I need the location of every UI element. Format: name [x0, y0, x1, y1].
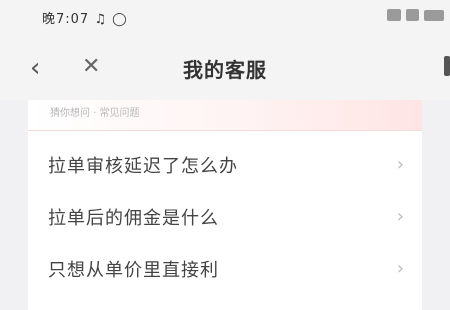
- faq-question: 拉单审核延迟了怎么办: [48, 156, 238, 177]
- navigation-bar: ‹ ✕ 我的客服: [0, 36, 450, 100]
- status-time: 晚7:07 ♫ ◯: [42, 12, 128, 27]
- more-icon[interactable]: [444, 56, 450, 76]
- faq-question: 只想从单价里直接利: [48, 260, 219, 281]
- chevron-right-icon: ›: [396, 206, 404, 227]
- chevron-right-icon: ›: [396, 258, 404, 279]
- status-icons: [387, 9, 444, 21]
- wifi-icon: [406, 9, 419, 21]
- signal-icon: [387, 9, 401, 21]
- status-bar: 晚7:07 ♫ ◯: [0, 0, 450, 36]
- faq-question: 拉单后的佣金是什么: [48, 208, 219, 229]
- page-title: 我的客服: [183, 58, 267, 82]
- faq-card: 猜你想问 · 常见问题 拉单审核延迟了怎么办 › 拉单后的佣金是什么 › 只想从…: [28, 100, 422, 310]
- battery-icon: [424, 9, 444, 21]
- faq-item[interactable]: 拉单后的佣金是什么 ›: [28, 190, 422, 242]
- faq-item[interactable]: 拉单审核延迟了怎么办 ›: [28, 138, 422, 190]
- chevron-right-icon: ›: [396, 154, 404, 175]
- faq-card-header-text: 猜你想问 · 常见问题: [50, 108, 140, 119]
- faq-item[interactable]: 只想从单价里直接利 ›: [28, 242, 422, 294]
- faq-card-header: 猜你想问 · 常见问题: [28, 100, 422, 131]
